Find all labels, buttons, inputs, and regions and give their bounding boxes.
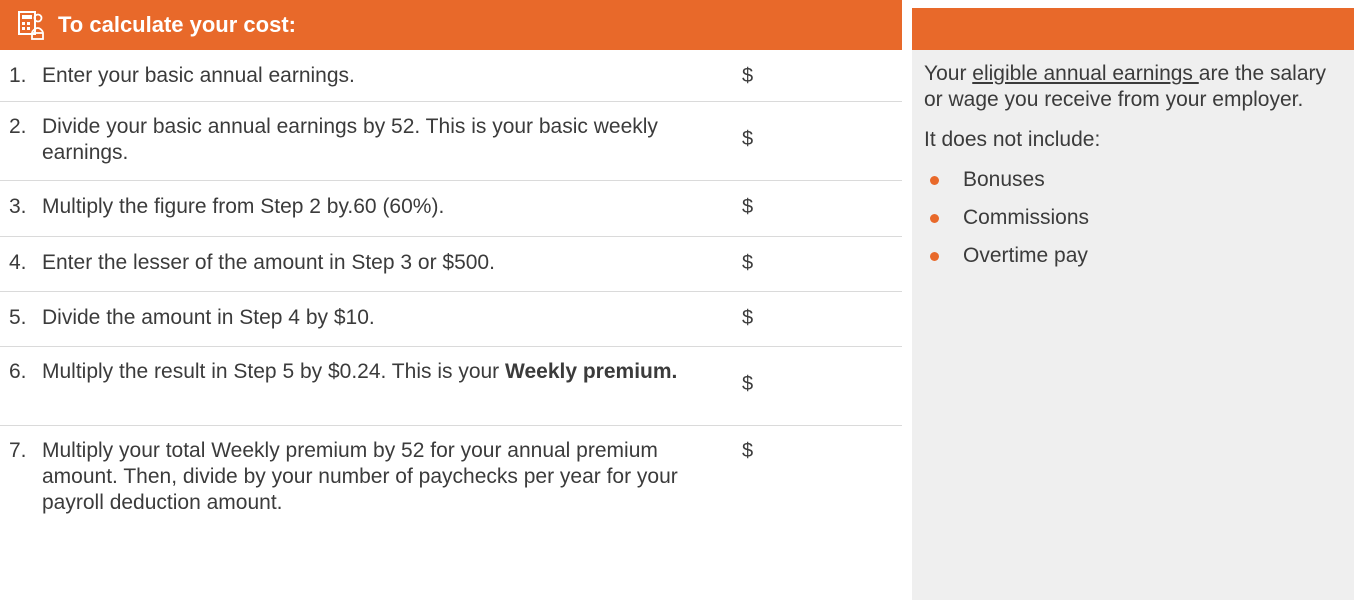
step-row: 4. Enter the lesser of the amount in Ste…	[0, 237, 902, 292]
step-text-regular: Multiply the result in Step 5 by $0.24. …	[42, 360, 506, 383]
sidebar-header	[912, 8, 1354, 50]
dollar-sign: $	[742, 307, 754, 329]
step-text: Enter your basic annual earnings.	[42, 64, 355, 87]
calculator-title: To calculate your cost:	[58, 12, 296, 37]
sidebar-body: Your eligible annual earnings are the sa…	[912, 50, 1354, 269]
eligible-earnings-link[interactable]: eligible annual earnings	[972, 62, 1199, 85]
step-row: 5. Divide the amount in Step 4 by $10. $	[0, 292, 902, 347]
step-text: Multiply the result in Step 5 by $0.24. …	[42, 359, 742, 425]
cost-calculator: To calculate your cost: 1. Enter your ba…	[0, 0, 902, 600]
step-text: Divide your basic annual earnings by 52.…	[42, 115, 658, 164]
exclusions-label: It does not include:	[924, 128, 1101, 151]
step-number: 6.	[9, 360, 27, 383]
dollar-sign: $	[742, 373, 754, 395]
steps-list: 1. Enter your basic annual earnings. $ 2…	[0, 50, 902, 546]
list-item: Overtime pay	[924, 243, 1334, 269]
bullet-icon	[930, 213, 939, 223]
step-row: 3. Multiply the figure from Step 2 by.60…	[0, 181, 902, 237]
step-row: 2. Divide your basic annual earnings by …	[0, 102, 902, 181]
bullet-icon	[930, 251, 939, 261]
dollar-sign: $	[742, 440, 754, 462]
step-text: Divide the amount in Step 4 by $10.	[42, 306, 375, 329]
step-row: 1. Enter your basic annual earnings. $	[0, 50, 902, 102]
step-text: Enter the lesser of the amount in Step 3…	[42, 251, 495, 274]
dollar-sign: $	[742, 65, 754, 87]
bullet-icon	[930, 175, 939, 185]
step-number: 2.	[9, 115, 27, 138]
step-row: 6. Multiply the result in Step 5 by $0.2…	[0, 347, 902, 426]
dollar-sign: $	[742, 128, 754, 150]
step-number: 7.	[9, 439, 27, 462]
dollar-sign: $	[742, 252, 754, 274]
calculator-header: To calculate your cost:	[0, 0, 902, 50]
weekly-premium-emphasis: Weekly premium.	[505, 360, 678, 383]
step-number: 3.	[9, 195, 27, 218]
step-number: 1.	[9, 64, 27, 87]
step-row: 7. Multiply your total Weekly premium by…	[0, 426, 902, 546]
step-number: 5.	[9, 306, 27, 329]
step-text: Multiply your total Weekly premium by 52…	[42, 439, 678, 514]
list-item: Bonuses	[924, 167, 1334, 193]
dollar-sign: $	[742, 196, 754, 218]
list-item: Commissions	[924, 205, 1334, 231]
exclusions-list: Bonuses Commissions Overtime pay	[924, 167, 1334, 269]
step-number: 4.	[9, 251, 27, 274]
eligible-earnings-definition: Your eligible annual earnings are the sa…	[924, 62, 1326, 111]
step-text: Multiply the figure from Step 2 by.60 (6…	[42, 195, 445, 218]
calculator-icon	[18, 10, 44, 40]
earnings-sidebar: Your eligible annual earnings are the sa…	[912, 8, 1354, 600]
